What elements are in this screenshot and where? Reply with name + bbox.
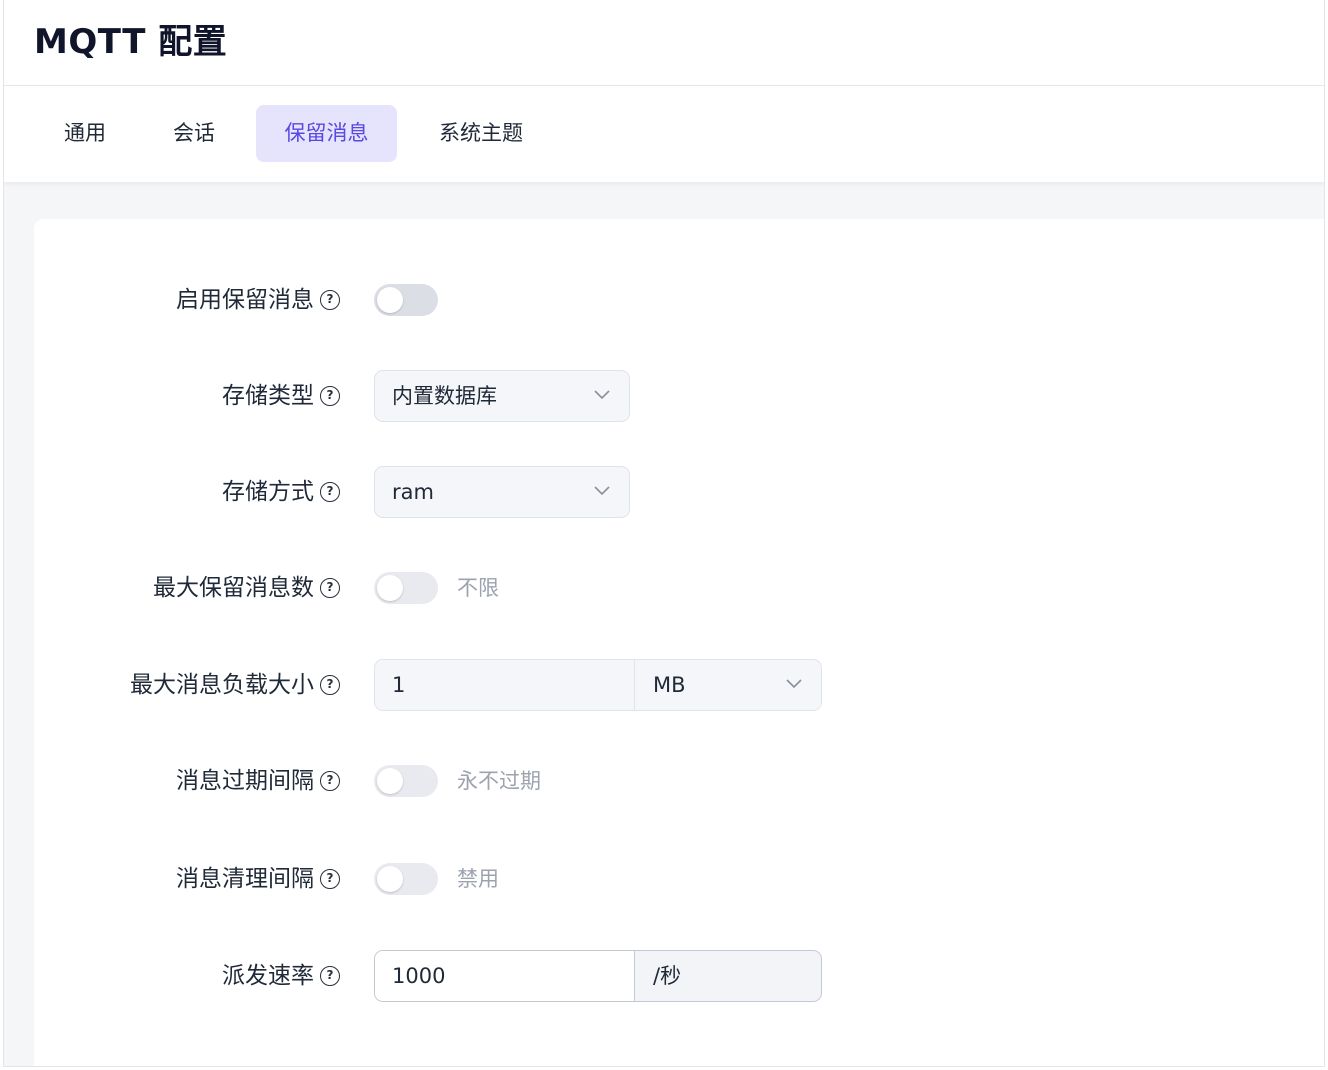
app-frame: MQTT 配置 通用 会话 保留消息 系统主题 启用保留消息 ? 存储类型 ? … — [3, 0, 1325, 1067]
expiry-interval-status: 永不过期 — [457, 769, 541, 793]
clean-interval-toggle[interactable] — [374, 863, 438, 895]
max-payload-unit-select[interactable]: MB — [635, 660, 821, 710]
help-icon[interactable]: ? — [320, 578, 340, 598]
toggle-knob — [377, 287, 403, 313]
chevron-down-icon — [594, 486, 610, 496]
toggle-knob — [377, 768, 403, 794]
form-row-max-payload: 最大消息负载大小 ? 1 MB — [34, 659, 1324, 711]
form-row-expiry-interval: 消息过期间隔 ? 永不过期 — [34, 755, 1324, 807]
expiry-interval-toggle[interactable] — [374, 765, 438, 797]
header-divider — [4, 85, 1324, 86]
tab-system-topics[interactable]: 系统主题 — [412, 105, 550, 162]
dispatch-rate-unit: /秒 — [635, 951, 821, 1001]
clean-interval-status: 禁用 — [457, 867, 499, 891]
form-row-storage-method: 存储方式 ? ram — [34, 466, 1324, 518]
storage-method-value: ram — [392, 480, 434, 504]
max-retained-toggle[interactable] — [374, 572, 438, 604]
form-row-enable-retained: 启用保留消息 ? — [34, 274, 1324, 326]
help-icon[interactable]: ? — [320, 771, 340, 791]
field-label-clean-interval: 消息清理间隔 — [176, 866, 314, 892]
form-row-dispatch-rate: 派发速率 ? 1000 /秒 — [34, 950, 1324, 1002]
help-icon[interactable]: ? — [320, 869, 340, 889]
storage-type-value: 内置数据库 — [392, 384, 497, 408]
form-row-storage-type: 存储类型 ? 内置数据库 — [34, 370, 1324, 422]
toggle-knob — [377, 866, 403, 892]
help-icon[interactable]: ? — [320, 290, 340, 310]
max-payload-input[interactable]: 1 — [375, 660, 635, 710]
enable-retained-toggle[interactable] — [374, 284, 438, 316]
tab-session[interactable]: 会话 — [146, 105, 242, 162]
max-retained-status: 不限 — [457, 576, 499, 600]
max-payload-unit-value: MB — [653, 673, 686, 697]
form-row-clean-interval: 消息清理间隔 ? 禁用 — [34, 853, 1324, 905]
chevron-down-icon — [786, 679, 802, 689]
toggle-knob — [377, 575, 403, 601]
field-label-dispatch-rate: 派发速率 — [222, 963, 314, 989]
field-label-storage-method: 存储方式 — [222, 479, 314, 505]
dispatch-rate-group: 1000 /秒 — [374, 950, 822, 1002]
form-row-max-retained: 最大保留消息数 ? 不限 — [34, 562, 1324, 614]
settings-form-card: 启用保留消息 ? 存储类型 ? 内置数据库 存储方式 ? ram 最大保留消息数… — [34, 219, 1324, 1066]
field-label-max-payload: 最大消息负载大小 — [130, 672, 314, 698]
tab-general[interactable]: 通用 — [36, 105, 134, 162]
chevron-down-icon — [594, 390, 610, 400]
max-payload-group: 1 MB — [374, 659, 822, 711]
help-icon[interactable]: ? — [320, 675, 340, 695]
field-label-expiry-interval: 消息过期间隔 — [176, 768, 314, 794]
field-label-max-retained: 最大保留消息数 — [153, 575, 314, 601]
help-icon[interactable]: ? — [320, 482, 340, 502]
storage-method-select[interactable]: ram — [374, 466, 630, 518]
dispatch-rate-input[interactable]: 1000 — [375, 951, 635, 1001]
tab-retained-messages[interactable]: 保留消息 — [256, 105, 397, 162]
field-label-enable-retained: 启用保留消息 — [176, 287, 314, 313]
help-icon[interactable]: ? — [320, 386, 340, 406]
page-title: MQTT 配置 — [34, 22, 228, 62]
field-label-storage-type: 存储类型 — [222, 383, 314, 409]
help-icon[interactable]: ? — [320, 966, 340, 986]
storage-type-select[interactable]: 内置数据库 — [374, 370, 630, 422]
page-header: MQTT 配置 通用 会话 保留消息 系统主题 — [4, 0, 1324, 182]
